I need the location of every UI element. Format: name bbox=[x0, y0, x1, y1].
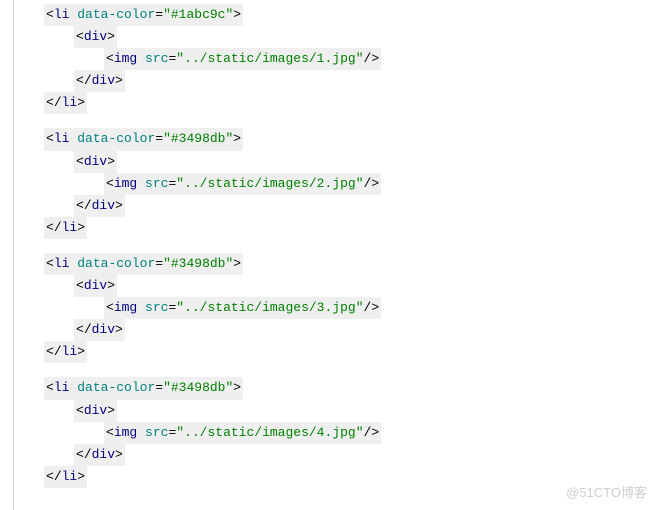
code-block: <li data-color="#3498db"> <div> <img src… bbox=[44, 128, 655, 238]
code-block: <li data-color="#3498db"> <div> <img src… bbox=[44, 377, 655, 487]
code-snippet: <li data-color="#1abc9c"> <div> <img src… bbox=[0, 0, 655, 488]
code-block: <li data-color="#3498db"> <div> <img src… bbox=[44, 253, 655, 363]
line-gutter bbox=[0, 0, 14, 510]
code-block: <li data-color="#1abc9c"> <div> <img src… bbox=[44, 4, 655, 114]
